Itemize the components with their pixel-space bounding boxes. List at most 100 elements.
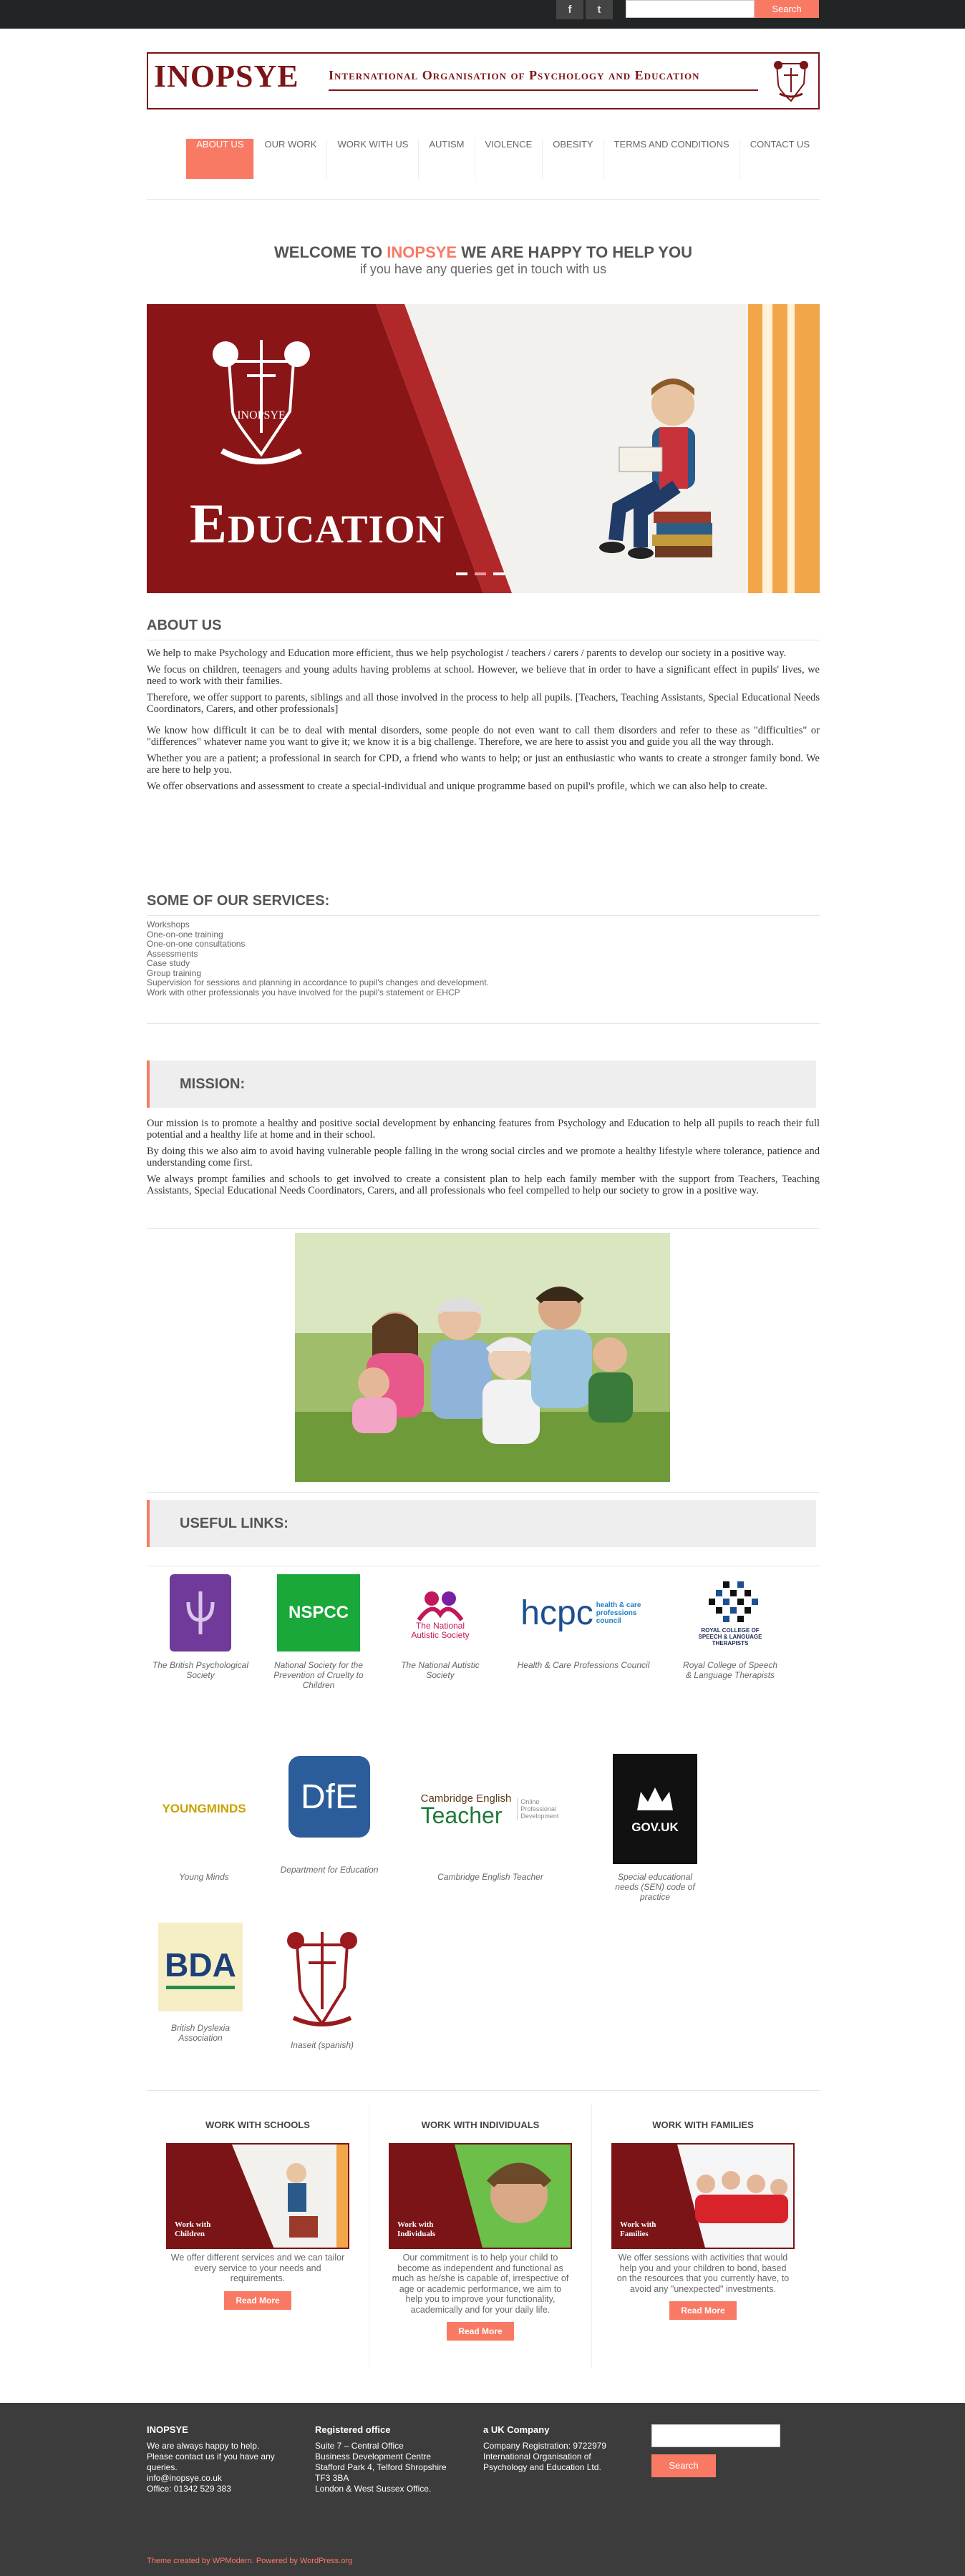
youngminds-logo-text: YOUNGMINDS (162, 1802, 246, 1815)
slider-dot-3[interactable] (493, 572, 505, 575)
crest-text: INOPSYE (237, 409, 286, 421)
dfe-logo: DfE (286, 1753, 372, 1840)
service-item: Workshops (147, 919, 190, 930)
slider-dot-1[interactable] (456, 572, 467, 575)
read-more-button[interactable]: Read More (669, 2301, 737, 2320)
services-title: SOME OF OUR SERVICES: (147, 893, 330, 909)
services-section: SOME OF OUR SERVICES: Workshops One-on-o… (147, 893, 820, 997)
link-label: Department for Education (280, 1865, 379, 1875)
footer-search-button[interactable]: Search (651, 2454, 716, 2477)
footer-line: We are always happy to help. (147, 2441, 260, 2451)
top-search-input[interactable] (626, 0, 755, 18)
cambridge-logo-side: Online Professional Development (517, 1798, 560, 1820)
work-title: WORK WITH SCHOOLS (205, 2119, 310, 2130)
link-inaseit[interactable]: Inaseit (spanish) (272, 1921, 372, 2050)
link-nspcc[interactable]: NSPCC National Society for the Preventio… (268, 1573, 369, 1690)
divider (147, 1492, 820, 1493)
inaseit-crest-icon (287, 1932, 357, 2026)
welcome-brand: INOPSYE (387, 243, 457, 261)
work-image[interactable]: Work with Children (166, 2143, 349, 2249)
service-item: Group training (147, 967, 202, 978)
nav-obesity[interactable]: OBESITY (542, 139, 603, 179)
divider (147, 199, 820, 200)
family-photo (295, 1233, 670, 1482)
work-families: WORK WITH FAMILIES Work with Families We… (603, 2119, 803, 2320)
nav-about-us[interactable]: ABOUT US (185, 139, 254, 179)
service-item: Assessments (147, 948, 198, 959)
footer-search-input[interactable] (651, 2424, 780, 2447)
read-more-button[interactable]: Read More (447, 2322, 514, 2341)
nspcc-logo: NSPCC (276, 1573, 362, 1653)
work-text: We offer different services and we can t… (170, 2253, 345, 2283)
welcome-post: WE ARE HAPPY TO HELP YOU (457, 243, 692, 261)
site-logo-banner[interactable]: INOPSYE International Organisation of Ps… (147, 52, 820, 109)
service-item: One-on-one training (147, 929, 223, 940)
read-more-button[interactable]: Read More (224, 2290, 291, 2310)
main-nav: ABOUT US OUR WORK WORK WITH US AUTISM VIOLEN… (147, 138, 820, 179)
top-search-button[interactable]: Search (755, 0, 819, 18)
about-paragraph: We offer observations and assessment to … (147, 781, 767, 792)
nav-work-with-us[interactable]: WORK WITH US (326, 139, 418, 179)
link-bda[interactable]: BDA British Dyslexia Association (150, 1921, 251, 2043)
work-text: We offer sessions with activities that w… (616, 2253, 790, 2294)
footer-email[interactable]: info@inopsye.co.uk (147, 2473, 290, 2484)
link-label: Young Minds (179, 1872, 229, 1882)
nav-our-work[interactable]: OUR WORK (253, 139, 326, 179)
divider (147, 2090, 820, 2091)
footer-col-office: Registered office Suite 7 – Central Offi… (315, 2424, 472, 2494)
nav-violence[interactable]: VIOLENCE (474, 139, 543, 179)
mission-title: MISSION: (180, 1076, 246, 1092)
footer-line: queries. (147, 2462, 178, 2472)
mission-paragraph: Our mission is to promote a healthy and … (147, 1118, 820, 1141)
link-bps[interactable]: The British Psychological Society (150, 1573, 251, 1680)
link-label: Royal College of Speech & Language Thera… (682, 1660, 778, 1680)
link-rcslt[interactable]: ROYAL COLLEGE OF SPEECH & LANGUAGE THERA… (680, 1573, 780, 1680)
nas-icon (417, 1591, 464, 1621)
hcpc-logo-text: hcpc (520, 1594, 593, 1632)
nas-logo: The National Autistic Society (387, 1573, 494, 1653)
work-image[interactable]: Work with Families (611, 2143, 795, 2249)
link-dfe[interactable]: DfE Department for Education (279, 1753, 379, 1875)
link-nas[interactable]: The National Autistic Society The Nation… (387, 1573, 494, 1680)
service-item: Work with other professionals you have i… (147, 987, 460, 997)
welcome-subtitle: if you have any queries get in touch wit… (359, 262, 607, 276)
useful-links-title: USEFUL LINKS: (180, 1516, 288, 1531)
link-cambridge[interactable]: Cambridge English Teacher Online Profess… (401, 1753, 580, 1883)
link-label: Inaseit (spanish) (290, 2040, 354, 2050)
nspcc-logo-text: NSPCC (277, 1574, 360, 1652)
footer-line: Please contact us if you have any (147, 2451, 275, 2462)
rcslt-logo-text: ROYAL COLLEGE OF SPEECH & LANGUAGE THERA… (698, 1626, 762, 1646)
about-paragraph: We help to make Psychology and Education… (147, 648, 787, 659)
work-image[interactable]: Work with Individuals (389, 2143, 572, 2249)
footer-line: Company Registration: 9722979 (483, 2441, 607, 2451)
about-paragraph: We know how difficult it can be to deal … (147, 725, 820, 748)
dfe-logo-text: DfE (288, 1756, 370, 1838)
link-hcpc[interactable]: hcpc health & care professions council H… (512, 1573, 655, 1671)
footer-credit[interactable]: Theme created by WPModern. Powered by Wo… (147, 2557, 352, 2565)
twitter-icon[interactable]: t (586, 0, 613, 19)
tagline-rule (329, 89, 758, 91)
facebook-icon[interactable]: f (556, 0, 583, 19)
work-text: Our commitment is to help your child to … (392, 2253, 569, 2315)
footer-line: TF3 3BA (315, 2473, 349, 2483)
link-govuk[interactable]: GOV.UK Special educational needs (SEN) c… (605, 1753, 705, 1902)
work-individuals: WORK WITH INDIVIDUALS Work with Individu… (380, 2119, 581, 2341)
divider (147, 1228, 820, 1229)
hcpc-logo: hcpc health & care professions council (512, 1573, 655, 1653)
hero-slider[interactable]: INOPSYE Education (147, 304, 820, 593)
govuk-logo-text: GOV.UK (631, 1820, 679, 1834)
hcpc-logo-sub: health & care professions council (596, 1601, 641, 1625)
footer-line: London & West Sussex Office. (315, 2484, 432, 2494)
about-title: ABOUT US (147, 618, 222, 633)
mission-paragraph: By doing this we also aim to avoid havin… (147, 1146, 820, 1169)
link-label: National Society for the Prevention of C… (273, 1660, 364, 1690)
nav-autism[interactable]: AUTISM (418, 139, 474, 179)
slider-dot-2[interactable] (475, 572, 486, 575)
nav-terms[interactable]: TERMS AND CONDITIONS (603, 139, 739, 179)
link-label: Special educational needs (SEN) code of … (615, 1872, 695, 1902)
nav-contact-us[interactable]: CONTACT US (739, 139, 820, 179)
youngminds-logo: YOUNGMINDS (154, 1753, 254, 1865)
footer-col-inopsye: INOPSYE We are always happy to help. Ple… (147, 2424, 290, 2494)
cambridge-logo-block: Cambridge English Teacher (421, 1792, 512, 1827)
link-youngminds[interactable]: YOUNGMINDS Young Minds (154, 1753, 254, 1882)
